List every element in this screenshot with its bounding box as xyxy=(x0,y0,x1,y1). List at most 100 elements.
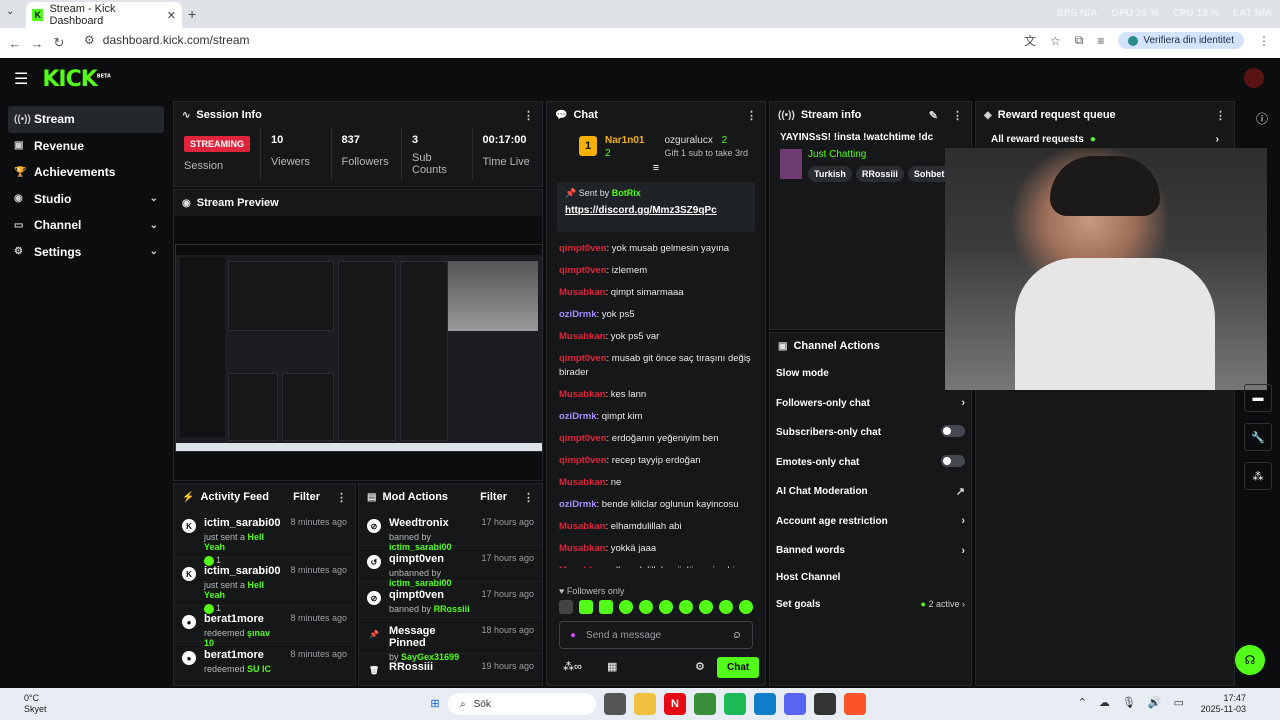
emote-icon[interactable] xyxy=(719,600,733,614)
leader-name[interactable]: Nar1n01 xyxy=(605,134,644,147)
chat-username[interactable]: Musabkan xyxy=(559,543,605,554)
toggle-switch[interactable] xyxy=(941,454,965,467)
subscribers-only-toggle[interactable] xyxy=(941,425,965,440)
filter-icon[interactable]: ≡ xyxy=(547,162,765,176)
reading-list-icon[interactable]: ≡ xyxy=(1097,34,1104,48)
filter-button[interactable]: Filter xyxy=(293,491,320,503)
store-icon[interactable]: ▦ xyxy=(607,660,617,673)
sidebar-item-settings[interactable]: ⚙ Settings ⌄ xyxy=(8,239,164,266)
chat-send-button[interactable]: Chat xyxy=(717,657,760,678)
emote-icon[interactable] xyxy=(639,600,653,614)
extensions-icon[interactable]: ⧉ xyxy=(1075,33,1084,48)
file-explorer-icon[interactable] xyxy=(634,693,656,715)
more-options-icon[interactable]: ⋮ xyxy=(746,109,757,122)
feed-user[interactable]: ictim_sarabi00 xyxy=(204,565,282,577)
back-icon[interactable]: ← xyxy=(4,36,26,51)
mod-target[interactable]: RRossiii xyxy=(389,661,433,673)
mod-target[interactable]: qimpt0ven xyxy=(389,553,473,565)
chat-username[interactable]: Musabkan xyxy=(559,477,605,488)
edit-icon[interactable]: ✎ xyxy=(929,109,938,122)
stream-video[interactable] xyxy=(175,244,543,452)
menu-icon[interactable]: ☰ xyxy=(14,69,28,89)
chat-username[interactable]: oziDrmk xyxy=(559,499,596,510)
clock[interactable]: 17:47 2025-11-03 xyxy=(1201,693,1246,715)
site-info-icon[interactable]: ⚙ xyxy=(84,33,95,47)
discord-icon[interactable] xyxy=(784,693,806,715)
chat-username[interactable]: Musabkan xyxy=(559,389,605,400)
action-ai-moderation[interactable]: AI Chat Moderation ↗ xyxy=(770,477,971,507)
toggle-switch[interactable] xyxy=(941,425,965,438)
cloud-icon[interactable]: ☁ xyxy=(1099,696,1110,709)
action-slow-mode[interactable]: Slow mode xyxy=(770,359,971,389)
windows-start-icon[interactable]: ⊞ xyxy=(424,692,446,714)
emote-icon[interactable] xyxy=(579,600,593,614)
chat-username[interactable]: qimpt0ven xyxy=(559,455,607,466)
info-icon[interactable]: ⓘ xyxy=(1244,110,1280,146)
emote-icon[interactable] xyxy=(599,600,613,614)
category-name[interactable]: Just Chatting xyxy=(808,149,954,160)
rail-button[interactable]: 🔧 xyxy=(1244,423,1272,451)
action-emotes-only[interactable]: Emotes-only chat xyxy=(770,448,971,478)
action-subscribers-only[interactable]: Subscribers-only chat xyxy=(770,418,971,448)
chat-input[interactable]: ● Send a message ☺ xyxy=(559,621,753,649)
sidebar-item-stream[interactable]: ((•)) Stream xyxy=(8,106,164,133)
help-button[interactable]: ☊ xyxy=(1235,645,1265,675)
chat-username[interactable]: oziDrmk xyxy=(559,309,596,320)
feed-user[interactable]: berat1more xyxy=(204,613,282,625)
kick-logo[interactable]: KICKBETA xyxy=(42,67,111,92)
new-tab-icon[interactable]: + xyxy=(188,6,196,22)
mic-icon[interactable]: 🎙 xyxy=(1122,696,1136,709)
action-set-goals[interactable]: Set goals ● 2 active › xyxy=(770,590,971,620)
chat-username[interactable]: oziDrmk xyxy=(559,411,596,422)
feed-user[interactable]: berat1more xyxy=(204,649,271,661)
edge-icon[interactable] xyxy=(754,693,776,715)
bookmark-star-icon[interactable]: ☆ xyxy=(1050,34,1061,48)
chat-username[interactable]: qimpt0ven xyxy=(559,265,607,276)
spotify-icon[interactable] xyxy=(724,693,746,715)
more-options-icon[interactable]: ⋮ xyxy=(1215,109,1226,122)
chrome-icon[interactable] xyxy=(694,693,716,715)
task-view-icon[interactable] xyxy=(604,693,626,715)
netflix-icon[interactable]: N xyxy=(664,693,686,715)
avatar[interactable] xyxy=(1244,68,1264,88)
close-tab-icon[interactable]: ✕ xyxy=(167,9,176,22)
sidebar-item-revenue[interactable]: ▣ Revenue xyxy=(8,133,164,160)
tab-search-icon[interactable]: ⌄ xyxy=(6,6,14,17)
weather-widget[interactable]: 0°C Skyet xyxy=(24,693,47,715)
emote-icon[interactable] xyxy=(739,600,753,614)
brave-icon[interactable] xyxy=(844,693,866,715)
emoji-icon[interactable]: ☺ xyxy=(732,630,742,641)
verify-identity-button[interactable]: Verifiera din identitet xyxy=(1118,32,1244,49)
chat-username[interactable]: Musabkan xyxy=(559,521,605,532)
emote-icon[interactable] xyxy=(679,600,693,614)
chat-username[interactable]: qimpt0ven xyxy=(559,433,607,444)
emote-icon[interactable] xyxy=(619,600,633,614)
chat-settings-icon[interactable]: ⚙ xyxy=(695,660,705,673)
emote-icon[interactable] xyxy=(699,600,713,614)
rail-button[interactable]: ▬ xyxy=(1244,384,1272,412)
leader-name[interactable]: ozguralucx xyxy=(664,135,712,146)
emote-icon[interactable] xyxy=(659,600,673,614)
url-field[interactable]: ⚙ dashboard.kick.com/stream xyxy=(84,33,250,47)
community-icon[interactable]: ⁂∞ xyxy=(563,660,582,673)
rail-button[interactable]: ⁂ xyxy=(1244,462,1272,490)
pinned-link[interactable]: https://discord.gg/Mmz3SZ9qPc xyxy=(565,205,747,216)
microphone-icon[interactable]: ● xyxy=(570,630,576,641)
more-options-icon[interactable]: ⋮ xyxy=(523,109,534,122)
chat-username[interactable]: qimpt0ven xyxy=(559,353,607,364)
pinned-author[interactable]: BotRix xyxy=(612,188,641,198)
action-host-channel[interactable]: Host Channel xyxy=(770,566,971,590)
more-options-icon[interactable]: ⋮ xyxy=(952,109,963,122)
chat-username[interactable]: Musabkan xyxy=(559,331,605,342)
mod-target[interactable]: qimpt0ven xyxy=(389,589,470,601)
translate-icon[interactable]: 文 xyxy=(1024,32,1036,49)
chat-username[interactable]: Musabkan xyxy=(559,287,605,298)
sidebar-item-achievements[interactable]: 🏆 Achievements xyxy=(8,159,164,186)
filter-button[interactable]: Filter xyxy=(480,491,507,503)
emote-icon[interactable] xyxy=(559,600,573,614)
browser-menu-icon[interactable]: ⋮ xyxy=(1258,34,1270,48)
app-icon[interactable] xyxy=(814,693,836,715)
reload-icon[interactable]: ↻ xyxy=(48,35,70,51)
browser-tab[interactable]: K Stream - Kick Dashboard ✕ xyxy=(26,2,182,28)
forward-icon[interactable]: → xyxy=(26,36,48,51)
